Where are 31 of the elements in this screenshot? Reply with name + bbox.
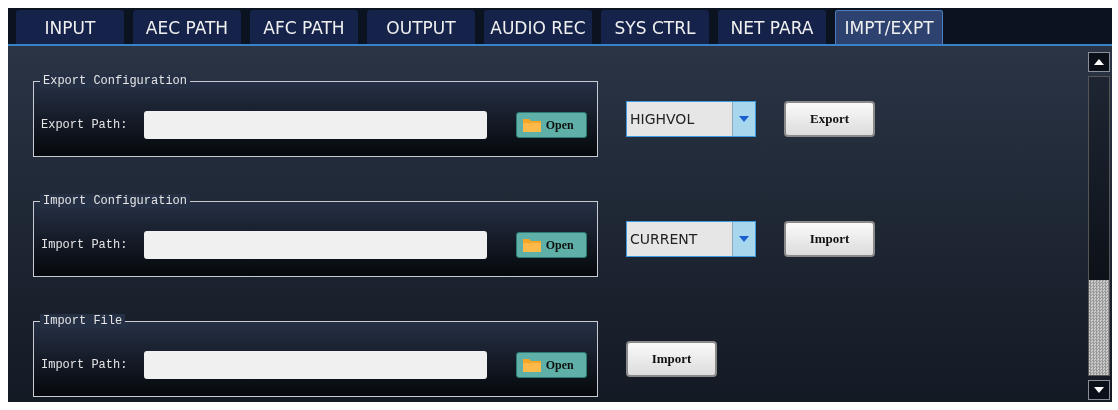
group-title: Import Configuration bbox=[40, 194, 191, 208]
tab[interactable]: AFC PATH bbox=[250, 10, 358, 44]
scroll-down-icon[interactable] bbox=[1088, 380, 1110, 400]
tab[interactable]: AEC PATH bbox=[133, 10, 241, 44]
tab[interactable]: NET PARA bbox=[718, 10, 826, 44]
action-button[interactable]: Import bbox=[626, 341, 717, 377]
open-button[interactable]: Open bbox=[515, 112, 587, 138]
tab[interactable]: SYS CTRL bbox=[601, 10, 709, 44]
folder-icon bbox=[521, 237, 542, 253]
path-label: Export Path: bbox=[41, 118, 129, 132]
tab[interactable]: INPUT bbox=[16, 10, 124, 44]
group-title: Export Configuration bbox=[40, 74, 191, 88]
open-button[interactable]: Open bbox=[515, 352, 587, 378]
dropdown[interactable]: CURRENT bbox=[626, 221, 756, 257]
scroll-up-icon[interactable] bbox=[1088, 52, 1110, 72]
action-button[interactable]: Export bbox=[784, 101, 875, 137]
tab[interactable]: AUDIO REC bbox=[484, 10, 592, 44]
dropdown[interactable]: HIGHVOL bbox=[626, 101, 756, 137]
folder-icon bbox=[521, 357, 542, 373]
tab[interactable]: IMPT/EXPT bbox=[835, 10, 943, 44]
scrollbar-thumb[interactable] bbox=[1089, 280, 1109, 375]
path-field[interactable] bbox=[144, 351, 487, 379]
path-field[interactable] bbox=[144, 111, 487, 139]
tab[interactable]: OUTPUT bbox=[367, 10, 475, 44]
path-label: Import Path: bbox=[41, 358, 129, 372]
folder-icon bbox=[521, 117, 542, 133]
open-button[interactable]: Open bbox=[515, 232, 587, 258]
group-title: Import File bbox=[40, 314, 126, 328]
path-field[interactable] bbox=[144, 231, 487, 259]
path-label: Import Path: bbox=[41, 238, 129, 252]
action-button[interactable]: Import bbox=[784, 221, 875, 257]
